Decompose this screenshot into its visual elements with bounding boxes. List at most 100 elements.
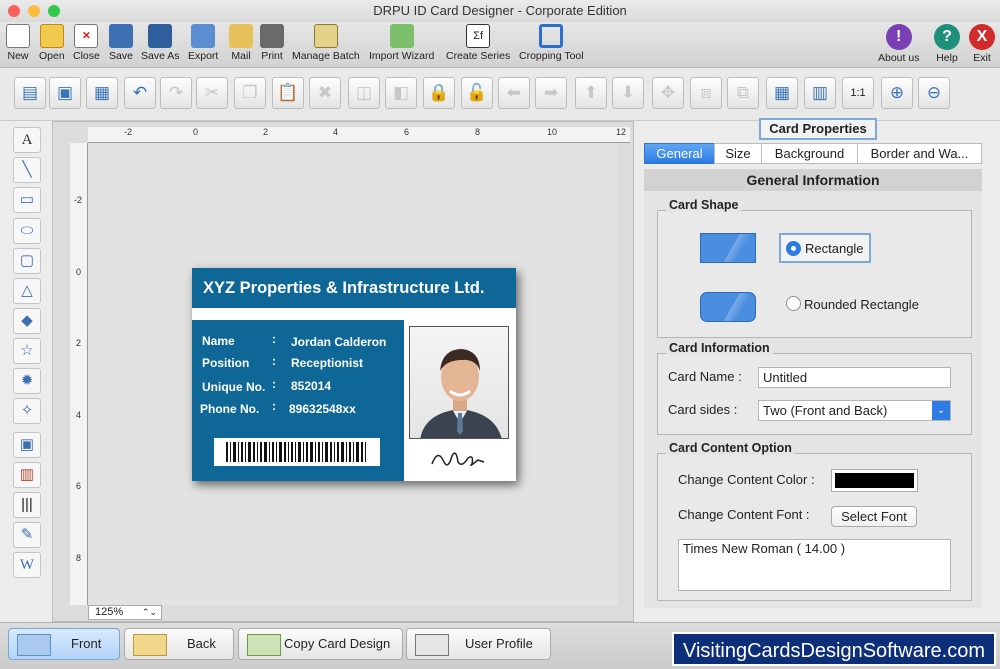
rounded-rectangle-tool[interactable]: ▢	[13, 248, 41, 274]
rectangle-icon: ▭	[19, 191, 35, 208]
image-tool[interactable]: ▣	[13, 432, 41, 458]
four-point-star-tool[interactable]: ✧	[13, 398, 41, 424]
undo-icon: ↶	[132, 83, 148, 102]
rectangle-radio[interactable]	[786, 241, 801, 256]
card-company-name[interactable]: XYZ Properties & Infrastructure Ltd.	[192, 268, 516, 308]
redo-button[interactable]: ↷	[160, 77, 192, 109]
line-tool[interactable]: ╲	[13, 157, 41, 183]
properties-button[interactable]: ▤	[14, 77, 46, 109]
about-us-button[interactable]: ! About us	[878, 24, 919, 64]
delete-button[interactable]: ✖	[309, 77, 341, 109]
tab-size[interactable]: Size	[714, 143, 762, 164]
export-image-button[interactable]: ▦	[86, 77, 118, 109]
new-file-icon	[6, 24, 30, 48]
actual-size-icon: 1:1	[850, 87, 866, 99]
name-label[interactable]: Name	[202, 334, 235, 348]
paste-button[interactable]: 📋	[272, 77, 304, 109]
export-icon	[191, 24, 216, 48]
id-card[interactable]: XYZ Properties & Infrastructure Ltd. Nam…	[192, 268, 516, 481]
unlock-button[interactable]: 🔓	[461, 77, 493, 109]
close-window-icon[interactable]	[8, 5, 20, 17]
unique-no-label[interactable]: Unique No.	[202, 380, 265, 394]
background-button[interactable]: ▣	[49, 77, 81, 109]
card-name-input[interactable]: Untitled	[758, 367, 951, 388]
tab-general[interactable]: General	[644, 143, 715, 164]
ellipse-tool[interactable]: ⬭	[13, 218, 41, 244]
line-icon: ╲	[22, 161, 32, 178]
card-sides-select[interactable]: Two (Front and Back) ⌄	[758, 400, 951, 421]
create-series-icon: Σf	[466, 24, 491, 48]
chevron-down-icon: ⌄	[932, 401, 950, 420]
send-back-button[interactable]: ◧	[385, 77, 417, 109]
unique-no-value[interactable]: 852014	[291, 379, 331, 393]
position-value[interactable]: Receptionist	[291, 356, 363, 370]
move-down-button[interactable]: ⬇	[612, 77, 644, 109]
front-button[interactable]: Front	[8, 628, 120, 660]
create-series-button[interactable]: Σf Create Series	[446, 24, 510, 62]
rounded-rectangle-radio[interactable]	[786, 296, 801, 311]
copy-button[interactable]: ❐	[234, 77, 266, 109]
export-button[interactable]: Export	[188, 24, 218, 62]
title-bar: DRPU ID Card Designer - Corporate Editio…	[0, 0, 1000, 22]
exit-button[interactable]: X Exit	[969, 24, 995, 64]
undo-button[interactable]: ↶	[124, 77, 156, 109]
grid-button[interactable]: ▦	[766, 77, 798, 109]
zoom-in-button[interactable]: ⊕	[881, 77, 913, 109]
zoom-out-button[interactable]: ⊖	[918, 77, 950, 109]
zoom-level-select[interactable]: 125% ⌃⌄	[88, 605, 162, 620]
move-up-button[interactable]: ⬆	[575, 77, 607, 109]
library-tool[interactable]: ▥	[13, 462, 41, 488]
person-photo-image	[420, 349, 502, 438]
signature-image[interactable]	[428, 444, 488, 474]
close-button[interactable]: ✕ Close	[73, 24, 100, 62]
import-wizard-button[interactable]: Import Wizard	[369, 24, 434, 62]
minimize-window-icon[interactable]	[28, 5, 40, 17]
ruler-button[interactable]: ▥	[804, 77, 836, 109]
align-horizontal-button[interactable]: ⧉	[727, 77, 759, 109]
diamond-tool[interactable]: ◆	[13, 308, 41, 334]
phone-label[interactable]: Phone No.	[200, 402, 259, 416]
name-value[interactable]: Jordan Calderon	[291, 335, 386, 349]
barcode-tool[interactable]: |||	[13, 492, 41, 518]
actual-size-button[interactable]: 1:1	[842, 77, 874, 109]
move-right-button[interactable]: ➡	[535, 77, 567, 109]
phone-value[interactable]: 89632548xx	[289, 402, 356, 416]
tab-background[interactable]: Background	[761, 143, 858, 164]
text-tool[interactable]: A	[13, 127, 41, 153]
lock-button[interactable]: 🔒	[423, 77, 455, 109]
select-font-button[interactable]: Select Font	[831, 506, 917, 527]
watermark-tool[interactable]: W	[13, 552, 41, 578]
rectangle-option[interactable]: Rectangle	[779, 233, 871, 263]
print-button[interactable]: Print	[260, 24, 284, 62]
save-button[interactable]: Save	[109, 24, 133, 62]
rectangle-tool[interactable]: ▭	[13, 187, 41, 213]
star-tool[interactable]: ☆	[13, 338, 41, 364]
signature-tool[interactable]: ✎	[13, 522, 41, 548]
tab-border-watermark[interactable]: Border and Wa...	[857, 143, 982, 164]
burst-tool[interactable]: ✹	[13, 368, 41, 394]
copy-card-design-button[interactable]: Copy Card Design	[238, 628, 403, 660]
bring-front-button[interactable]: ◫	[348, 77, 380, 109]
card-barcode[interactable]	[214, 438, 380, 466]
employee-photo[interactable]	[409, 326, 509, 439]
content-option-title: Card Content Option	[666, 441, 795, 455]
open-button[interactable]: Open	[39, 24, 65, 62]
user-profile-button[interactable]: User Profile	[406, 628, 551, 660]
content-color-button[interactable]	[831, 469, 918, 492]
mail-button[interactable]: Mail	[229, 24, 253, 62]
cut-button[interactable]: ✂	[196, 77, 228, 109]
help-button[interactable]: ? Help	[934, 24, 960, 64]
position-label[interactable]: Position	[202, 356, 249, 370]
new-button[interactable]: New	[6, 24, 30, 62]
save-as-button[interactable]: Save As	[141, 24, 180, 62]
back-button[interactable]: Back	[124, 628, 234, 660]
center-button[interactable]: ✥	[652, 77, 684, 109]
cropping-tool-button[interactable]: Cropping Tool	[519, 24, 584, 62]
triangle-tool[interactable]: △	[13, 278, 41, 304]
move-left-button[interactable]: ⬅	[498, 77, 530, 109]
save-as-icon	[148, 24, 173, 48]
align-vertical-button[interactable]: ⧈	[690, 77, 722, 109]
rounded-rectangle-label[interactable]: Rounded Rectangle	[804, 297, 919, 312]
manage-batch-button[interactable]: Manage Batch	[292, 24, 360, 62]
zoom-window-icon[interactable]	[48, 5, 60, 17]
